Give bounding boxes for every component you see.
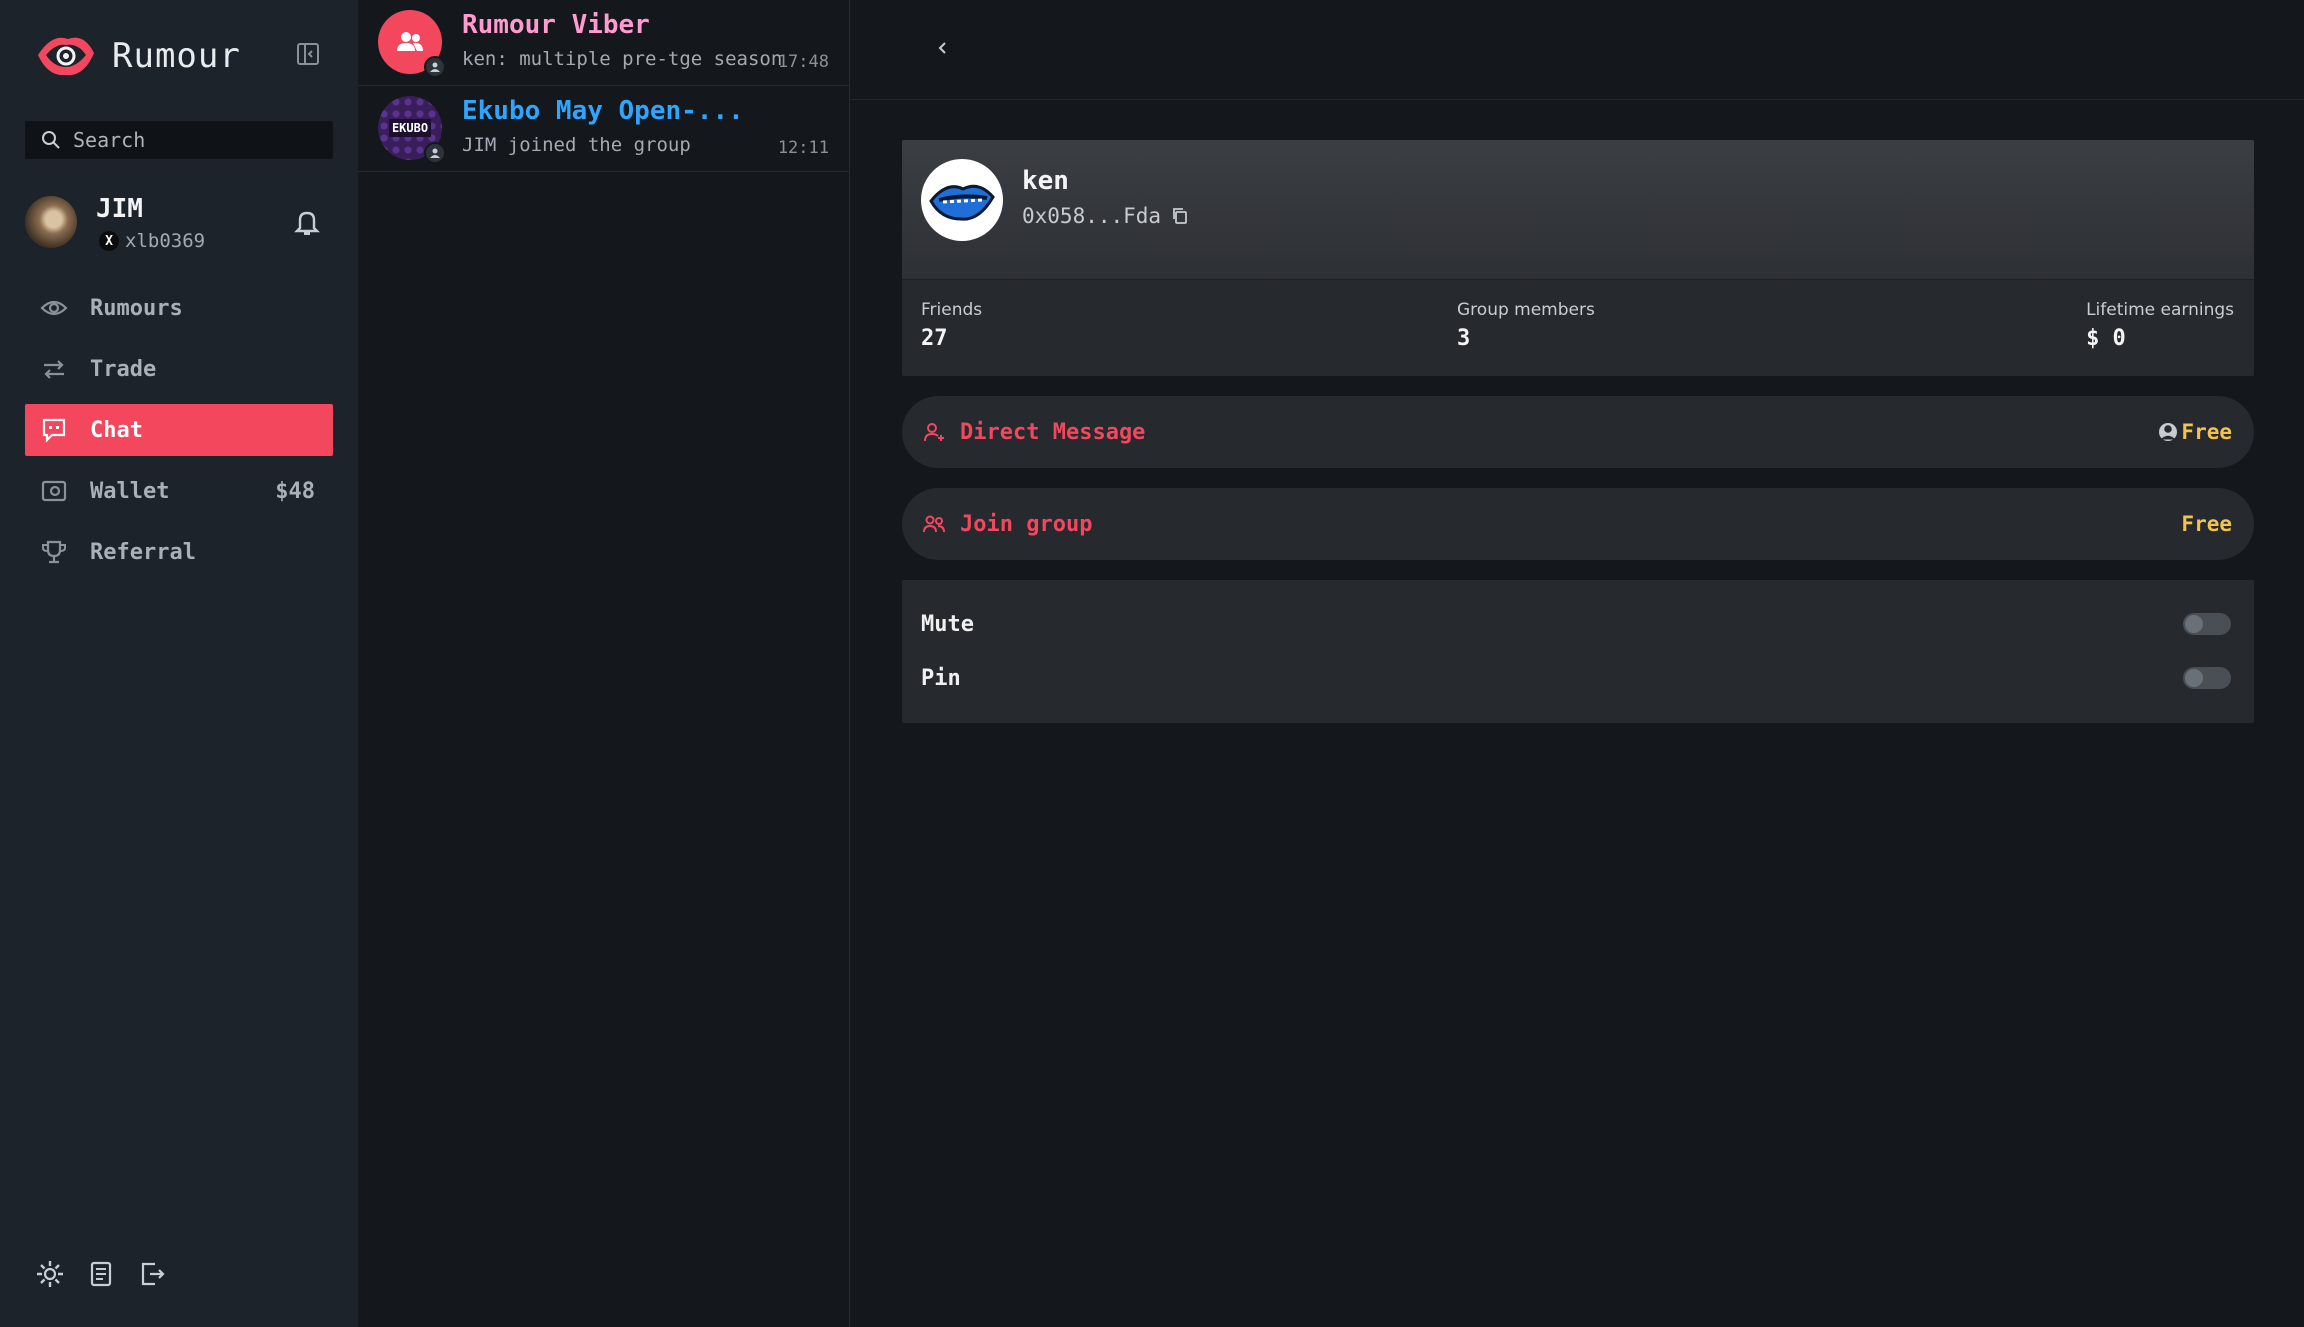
stat-group-members: Group members 3	[1457, 300, 1595, 351]
lips-avatar-icon	[929, 184, 995, 221]
user-handle-text: xlb0369	[125, 230, 206, 252]
search-icon	[42, 131, 60, 149]
profile-avatar	[921, 159, 1003, 241]
nav-label: Chat	[90, 417, 143, 443]
setting-label: Pin	[921, 665, 961, 691]
chat-title: Rumour Viber	[462, 10, 650, 40]
wallet-address-text: 0x058...Fda	[1022, 204, 1162, 228]
pin-toggle[interactable]	[2183, 667, 2231, 689]
group-badge-icon	[424, 56, 446, 78]
stat-label: Friends	[921, 300, 983, 320]
join-price: Free	[2181, 512, 2232, 536]
nav-label: Referral	[90, 539, 196, 565]
stat-friends: Friends 27	[921, 300, 982, 351]
ekubo-logo: EKUBO	[388, 119, 432, 137]
sidebar-footer	[34, 1258, 187, 1290]
chat-list: Rumour Viber ken: multiple pre-tge seaso…	[358, 0, 850, 1327]
trophy-icon	[42, 540, 66, 564]
wallet-balance: $48	[275, 478, 315, 504]
setting-label: Mute	[921, 611, 974, 637]
chat-icon	[42, 418, 66, 443]
stat-value: 3	[1457, 326, 1471, 351]
nav-item-rumours[interactable]: Rumours	[25, 282, 333, 334]
detail-header	[851, 0, 2304, 100]
action-label: Direct Message	[960, 419, 1146, 445]
chat-list-item[interactable]: EKUBO Ekubo May Open-... JIM joined the …	[358, 86, 849, 172]
chat-preview: JIM joined the group	[462, 134, 691, 156]
action-label: Join group	[960, 511, 1093, 537]
group-icon	[397, 32, 423, 51]
mute-row: Mute	[921, 604, 2231, 644]
avatar	[25, 196, 77, 248]
nav-item-referral[interactable]: Referral	[25, 526, 333, 578]
toggle-knob	[2185, 669, 2203, 687]
settings-icon[interactable]	[34, 1258, 66, 1290]
eye-icon	[40, 300, 68, 316]
direct-message-button[interactable]: Direct Message Free	[902, 396, 2254, 468]
chat-detail-panel: ken 0x058...Fda Friends 27 Group members…	[851, 0, 2304, 1327]
user-profile[interactable]: JIM X xlb0369	[25, 194, 335, 254]
collapse-sidebar-icon[interactable]	[294, 40, 322, 68]
chevron-left-icon[interactable]	[931, 36, 955, 60]
brand[interactable]: Rumour	[34, 28, 241, 84]
price-text: Free	[2181, 420, 2232, 444]
wallet-icon	[41, 480, 67, 502]
nav-label: Rumours	[90, 295, 183, 321]
chat-time: 17:48	[777, 52, 829, 72]
chat-time: 12:11	[777, 138, 829, 158]
stat-label: Group members	[1457, 300, 1595, 320]
dm-price: Free	[2159, 420, 2232, 444]
chat-settings: Mute Pin	[902, 580, 2254, 723]
stat-label: Lifetime earnings	[2086, 300, 2234, 320]
join-group-button[interactable]: Join group Free	[902, 488, 2254, 560]
chat-preview: ken: multiple pre-tge season...	[462, 48, 782, 70]
pin-row: Pin	[921, 658, 2231, 698]
brand-name: Rumour	[112, 36, 241, 76]
nav-item-chat[interactable]: Chat	[25, 404, 333, 456]
main-nav: Rumours Trade Chat Wallet $48 Referral	[25, 282, 333, 587]
nav-item-trade[interactable]: Trade	[25, 343, 333, 395]
nav-item-wallet[interactable]: Wallet $48	[25, 465, 333, 517]
search-box[interactable]	[25, 121, 333, 159]
swap-icon	[44, 360, 64, 379]
stat-value: $ 0	[2086, 326, 2126, 351]
toggle-knob	[2185, 615, 2203, 633]
chat-list-item[interactable]: Rumour Viber ken: multiple pre-tge seaso…	[358, 0, 849, 86]
user-add-icon	[924, 423, 944, 442]
chat-title: Ekubo May Open-...	[462, 96, 744, 126]
profile-stats: Friends 27 Group members 3 Lifetime earn…	[902, 280, 2254, 376]
stat-value: 27	[921, 326, 948, 351]
nav-label: Wallet	[90, 478, 170, 504]
notification-bell-icon[interactable]	[293, 208, 321, 238]
profile-card: ken 0x058...Fda Friends 27 Group members…	[902, 140, 2254, 376]
nav-label: Trade	[90, 356, 157, 382]
wallet-address: 0x058...Fda	[1022, 204, 1189, 228]
search-input[interactable]	[73, 128, 323, 152]
users-icon	[923, 515, 945, 533]
copy-icon[interactable]	[1171, 207, 1189, 225]
rumour-logo-icon	[38, 37, 94, 76]
sidebar: Rumour JIM X xlb0369 Rumours	[0, 0, 358, 1327]
docs-icon[interactable]	[85, 1258, 117, 1290]
x-logo-icon: X	[99, 231, 119, 251]
user-name: JIM	[96, 194, 143, 224]
stat-lifetime-earnings: Lifetime earnings $ 0	[2086, 300, 2234, 351]
mute-toggle[interactable]	[2183, 613, 2231, 635]
profile-name: ken	[1022, 166, 1069, 196]
profile-header: ken 0x058...Fda	[902, 140, 2254, 280]
coin-icon	[2159, 423, 2178, 441]
group-badge-icon	[424, 142, 446, 164]
logout-icon[interactable]	[136, 1258, 168, 1290]
user-handle: X xlb0369	[99, 230, 205, 252]
